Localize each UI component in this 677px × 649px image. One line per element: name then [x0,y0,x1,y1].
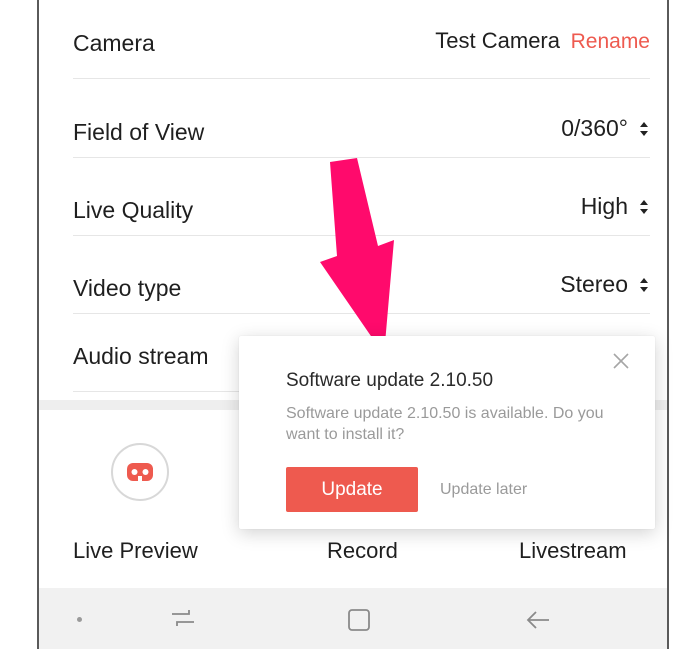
camera-label: Camera [73,30,155,56]
dialog-message: Software update 2.10.50 is available. Do… [286,405,604,443]
update-later-button[interactable]: Update later [440,481,527,499]
live-preview-label[interactable]: Live Preview [73,538,198,564]
nav-dot-icon[interactable] [77,617,82,622]
right-frame-edge [667,0,669,649]
video-type-value[interactable]: Stereo [560,271,628,298]
home-icon[interactable] [347,608,371,632]
video-type-label: Video type [73,275,182,301]
annotation-arrow-icon [320,158,394,355]
camera-row: Camera Test Camera Rename [73,0,650,79]
back-icon[interactable] [524,606,552,634]
updown-icon[interactable] [638,277,650,293]
live-preview-button[interactable] [111,443,169,501]
close-icon[interactable] [612,352,630,370]
field-of-view-value[interactable]: 0/360° [561,115,628,142]
system-navigation-bar [39,588,667,649]
live-quality-label: Live Quality [73,197,194,223]
dialog-title: Software update 2.10.50 [286,370,494,391]
camera-name: Test Camera [435,28,560,53]
field-of-view-label: Field of View [73,119,205,145]
audio-stream-label: Audio stream [73,343,209,369]
software-update-dialog: Software update 2.10.50 Software update … [239,336,655,529]
update-button[interactable]: Update [286,467,418,512]
updown-icon[interactable] [638,199,650,215]
livestream-label[interactable]: Livestream [519,538,627,564]
recent-apps-icon[interactable] [169,604,197,632]
vr-headset-icon [127,463,153,481]
live-quality-value[interactable]: High [581,193,628,220]
rename-link[interactable]: Rename [571,30,650,54]
updown-icon[interactable] [638,121,650,137]
field-of-view-row[interactable]: Field of View 0/360° [73,79,650,158]
record-label[interactable]: Record [327,538,398,564]
